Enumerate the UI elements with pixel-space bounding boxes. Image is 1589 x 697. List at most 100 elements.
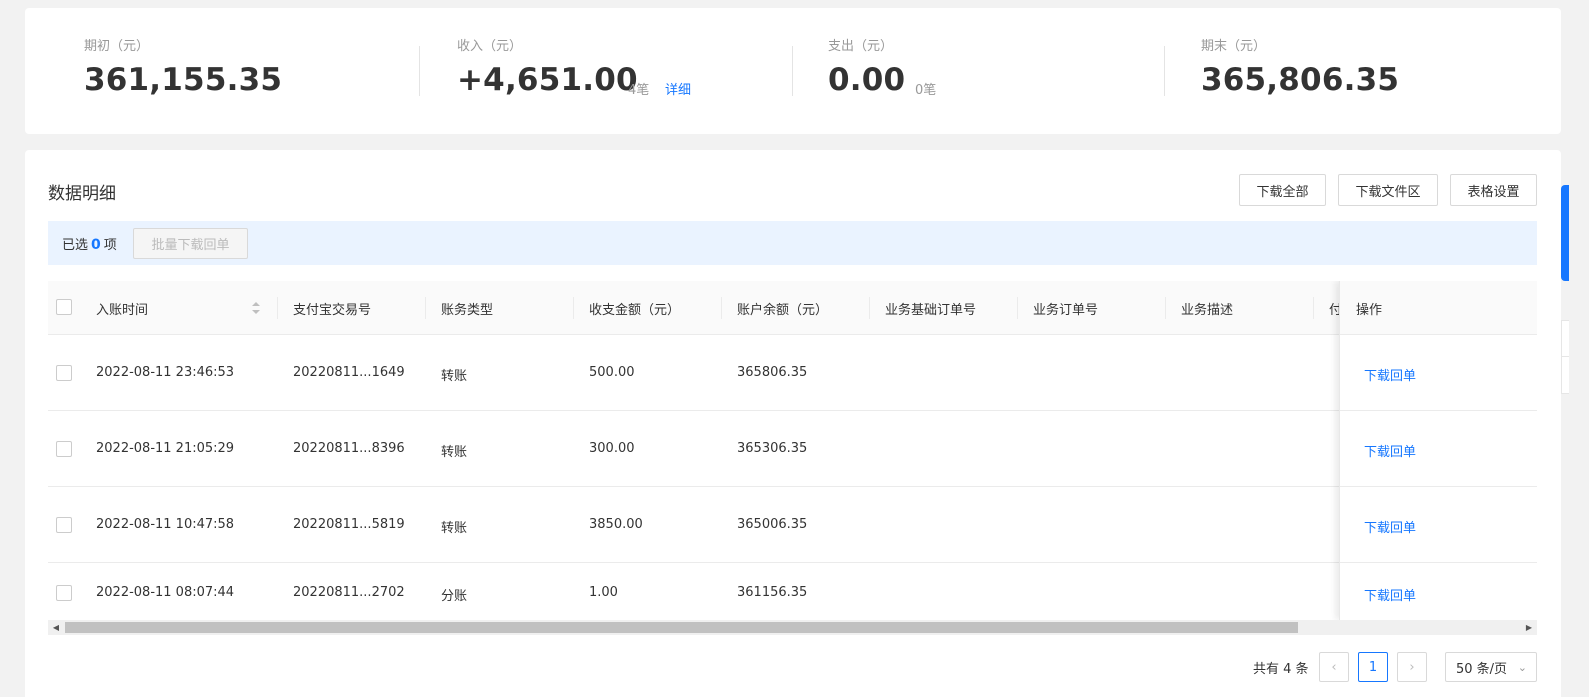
next-page-button[interactable]: ›: [1397, 652, 1427, 682]
divider: [792, 46, 793, 96]
cell-balance: 365806.35: [737, 365, 808, 380]
header-balance: 账户余额（元）: [737, 303, 829, 318]
cell-balance: 361156.35: [737, 585, 808, 600]
download-receipt-link[interactable]: 下载回单: [1364, 585, 1416, 604]
header-trade-no: 支付宝交易号: [293, 303, 372, 318]
table-row: 2022-08-11 21:05:29 20220811...8396 转账 3…: [48, 411, 1537, 487]
download-all-button[interactable]: 下载全部: [1239, 174, 1326, 206]
detail-card: 数据明细 下载全部 下载文件区 表格设置 已选 0 项 批量下载回单 入账时间 支付…: [25, 150, 1561, 697]
download-receipt-link[interactable]: 下载回单: [1364, 365, 1416, 384]
scroll-right-icon[interactable]: ▶: [1523, 622, 1535, 633]
cell-time: 2022-08-11 23:46:53: [96, 365, 235, 380]
action-header: 操作: [1340, 281, 1537, 335]
download-receipt-link[interactable]: 下载回单: [1364, 517, 1416, 536]
column-separator: [1313, 297, 1314, 319]
selection-suffix: 项: [103, 238, 117, 253]
column-separator: [721, 297, 722, 319]
cell-balance: 365006.35: [737, 517, 808, 532]
closing-label: 期末（元）: [1201, 39, 1267, 54]
cell-type: 转账: [441, 445, 468, 460]
action-cell: 下载回单: [1340, 335, 1537, 411]
cell-type: 转账: [441, 369, 468, 384]
action-column: 操作 下载回单 下载回单 下载回单 下载回单: [1339, 281, 1537, 620]
expense-count: 0笔: [915, 83, 937, 98]
action-cell: 下载回单: [1340, 563, 1537, 620]
pagination-total: 共有 4 条: [1253, 662, 1309, 677]
cell-amount: 300.00: [589, 441, 635, 456]
column-separator: [277, 297, 278, 319]
page-size-select[interactable]: 50 条/页 ⌄: [1445, 652, 1537, 682]
row-checkbox[interactable]: [56, 441, 72, 457]
side-float-panel[interactable]: [1561, 320, 1569, 394]
cell-amount: 3850.00: [589, 517, 643, 532]
table-header: 入账时间 支付宝交易号 账务类型 收支金额（元） 账户余额（元） 业务基础订单号…: [48, 281, 1537, 335]
header-time: 入账时间: [96, 303, 149, 318]
cell-time: 2022-08-11 10:47:58: [96, 517, 235, 532]
divider: [1164, 46, 1165, 96]
select-all-checkbox[interactable]: [56, 299, 72, 315]
download-receipt-link[interactable]: 下载回单: [1364, 441, 1416, 460]
chevron-down-icon: ⌄: [1517, 661, 1527, 674]
summary-card: 期初（元） 361,155.35 收入（元） +4,651.00 4笔 详细 支…: [25, 8, 1561, 134]
page-size-value: 50 条/页: [1456, 661, 1508, 677]
column-separator: [1017, 297, 1018, 319]
table-row: 2022-08-11 08:07:44 20220811...2702 分账 1…: [48, 563, 1537, 620]
action-cell: 下载回单: [1340, 411, 1537, 487]
expense-label: 支出（元）: [828, 39, 894, 54]
expense-value: 0.00: [828, 62, 906, 98]
column-separator: [573, 297, 574, 319]
batch-download-button[interactable]: 批量下载回单: [133, 228, 248, 259]
table-row: 2022-08-11 10:47:58 20220811...5819 转账 3…: [48, 487, 1537, 563]
column-separator: [425, 297, 426, 319]
scrollbar-thumb[interactable]: [65, 622, 1298, 633]
income-count: 4笔: [628, 83, 650, 98]
cell-type: 分账: [441, 589, 468, 604]
header-base-order: 业务基础订单号: [885, 303, 977, 318]
divider: [1561, 356, 1569, 357]
opening-value: 361,155.35: [84, 62, 283, 98]
prev-page-button[interactable]: ‹: [1319, 652, 1349, 682]
column-separator: [1165, 297, 1166, 319]
row-checkbox[interactable]: [56, 585, 72, 601]
cell-type: 转账: [441, 521, 468, 536]
cell-amount: 1.00: [589, 585, 618, 600]
row-checkbox[interactable]: [56, 365, 72, 381]
section-title: 数据明细: [48, 184, 116, 204]
closing-value: 365,806.35: [1201, 62, 1400, 98]
side-float-tab[interactable]: [1561, 185, 1569, 281]
cell-balance: 365306.35: [737, 441, 808, 456]
chevron-right-icon: ›: [1409, 659, 1415, 675]
row-checkbox[interactable]: [56, 517, 72, 533]
column-separator: [869, 297, 870, 319]
income-value: +4,651.00: [457, 62, 638, 98]
header-order: 业务订单号: [1033, 303, 1099, 318]
selection-bar: 已选 0 项 批量下载回单: [48, 221, 1537, 265]
cell-trade-no: 20220811...8396: [293, 441, 405, 456]
cell-trade-no: 20220811...2702: [293, 585, 405, 600]
data-table: 入账时间 支付宝交易号 账务类型 收支金额（元） 账户余额（元） 业务基础订单号…: [48, 281, 1537, 620]
header-action: 操作: [1356, 303, 1383, 318]
cell-trade-no: 20220811...1649: [293, 365, 405, 380]
horizontal-scrollbar[interactable]: ◀ ▶: [48, 620, 1537, 635]
chevron-left-icon: ‹: [1331, 659, 1337, 675]
selection-prefix: 已选: [62, 238, 89, 253]
cell-time: 2022-08-11 21:05:29: [96, 441, 235, 456]
header-description: 业务描述: [1181, 303, 1234, 318]
download-files-button[interactable]: 下载文件区: [1338, 174, 1438, 206]
selection-text: 已选 0 项: [62, 234, 117, 253]
sort-icon[interactable]: [251, 301, 261, 315]
scroll-left-icon[interactable]: ◀: [50, 622, 62, 633]
cell-time: 2022-08-11 08:07:44: [96, 585, 235, 600]
table-row: 2022-08-11 23:46:53 20220811...1649 转账 5…: [48, 335, 1537, 411]
income-detail-link[interactable]: 详细: [665, 79, 691, 98]
opening-label: 期初（元）: [84, 39, 150, 54]
cell-amount: 500.00: [589, 365, 635, 380]
selection-count: 0: [91, 237, 101, 253]
header-amount: 收支金额（元）: [589, 303, 681, 318]
header-type: 账务类型: [441, 303, 494, 318]
table-settings-button[interactable]: 表格设置: [1450, 174, 1537, 206]
action-cell: 下载回单: [1340, 487, 1537, 563]
income-label: 收入（元）: [457, 39, 523, 54]
divider: [419, 46, 420, 96]
page-1-button[interactable]: 1: [1358, 652, 1388, 682]
